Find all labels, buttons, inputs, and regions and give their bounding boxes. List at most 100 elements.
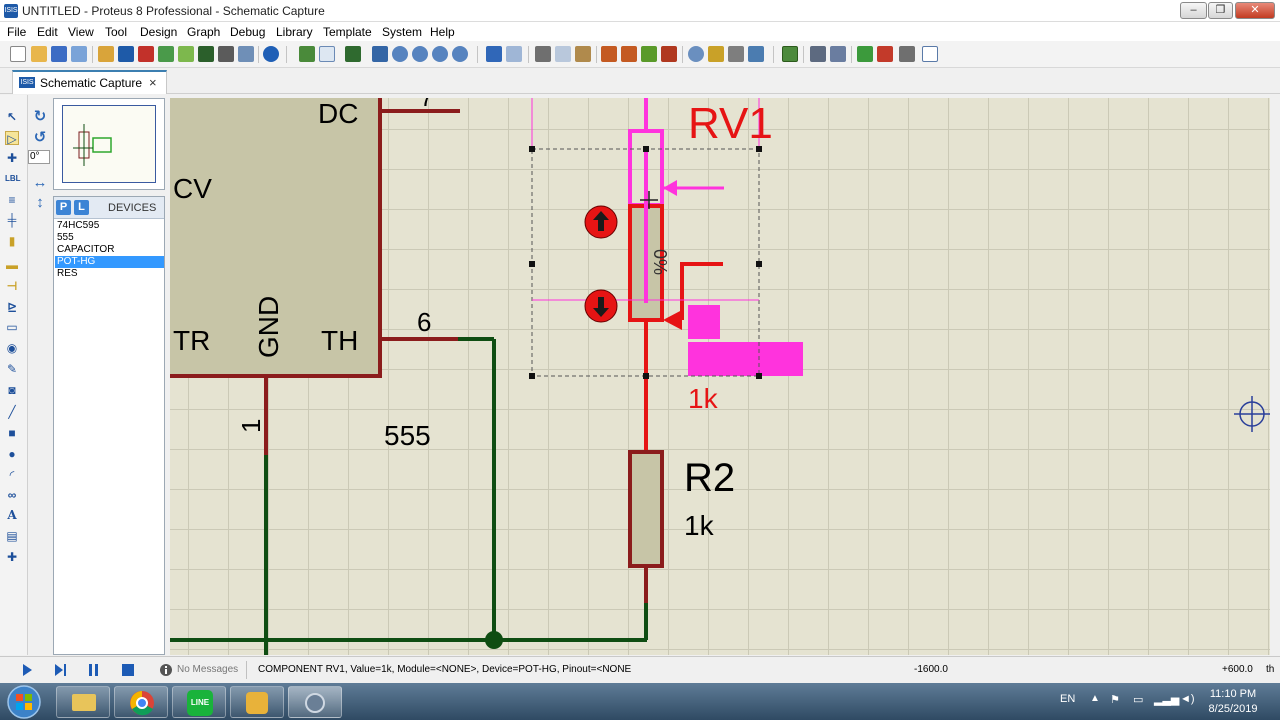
resize-handle[interactable] — [643, 373, 649, 379]
exit-to-parent-icon[interactable] — [899, 46, 915, 62]
tray-expand-icon[interactable]: ▲ — [1090, 693, 1100, 704]
menu-template[interactable]: Template — [323, 25, 372, 39]
taskbar-proteus[interactable] — [288, 686, 342, 718]
3d-viewer-icon[interactable] — [178, 46, 194, 62]
menu-view[interactable]: View — [68, 25, 94, 39]
taskbar-explorer[interactable] — [56, 686, 110, 718]
component-mode-icon[interactable]: ▷ — [5, 131, 19, 146]
help-icon[interactable] — [263, 46, 279, 62]
path-tool-icon[interactable]: ∞ — [5, 488, 19, 502]
device-list-item[interactable]: 555 — [55, 232, 164, 244]
paste-icon[interactable] — [575, 46, 591, 62]
menu-edit[interactable]: Edit — [37, 25, 58, 39]
zoom-in-icon[interactable] — [392, 46, 408, 62]
import-icon[interactable] — [71, 46, 87, 62]
tab-schematic-capture[interactable]: ISIS Schematic Capture × — [12, 70, 167, 94]
menu-design[interactable]: Design — [140, 25, 177, 39]
subcircuit-icon[interactable]: ▮ — [5, 234, 19, 248]
terminals-icon[interactable]: ▬ — [5, 258, 19, 272]
graph-mode-icon[interactable]: ⊵ — [5, 300, 19, 314]
stop-icon[interactable] — [121, 663, 135, 677]
tape-recorder-icon[interactable]: ▭ — [5, 320, 19, 334]
junction-dot[interactable] — [485, 631, 503, 649]
block-copy-icon[interactable] — [601, 46, 617, 62]
decompose-icon[interactable] — [748, 46, 764, 62]
save-icon[interactable] — [51, 46, 67, 62]
step-icon[interactable] — [53, 663, 67, 677]
menu-library[interactable]: Library — [276, 25, 313, 39]
open-folder-icon[interactable] — [31, 46, 47, 62]
library-manager-button[interactable]: L — [74, 200, 89, 215]
zoom-area-icon[interactable] — [452, 46, 468, 62]
grid-toggle-icon[interactable] — [319, 46, 335, 62]
cut-icon[interactable] — [535, 46, 551, 62]
source-code-icon[interactable] — [218, 46, 234, 62]
rv1-decrement-button[interactable] — [584, 289, 618, 323]
taskbar-line[interactable]: LINE — [172, 686, 226, 718]
device-pins-icon[interactable]: ⊣ — [5, 279, 19, 293]
pan-icon[interactable] — [372, 46, 388, 62]
signal-icon[interactable]: ▂▃▅ — [1154, 693, 1179, 706]
input-language[interactable]: EN — [1060, 693, 1075, 705]
design-explorer-icon[interactable] — [238, 46, 254, 62]
packaging-tool-icon[interactable] — [728, 46, 744, 62]
pcb-layout-icon[interactable] — [138, 46, 154, 62]
menu-help[interactable]: Help — [430, 25, 455, 39]
rv1-increment-button[interactable] — [584, 205, 618, 239]
block-delete-icon[interactable] — [661, 46, 677, 62]
redo-icon[interactable] — [506, 46, 522, 62]
schematic-icon[interactable] — [118, 46, 134, 62]
search-tag-icon[interactable] — [810, 46, 826, 62]
refresh-icon[interactable] — [299, 46, 315, 62]
menu-system[interactable]: System — [382, 25, 422, 39]
menu-debug[interactable]: Debug — [230, 25, 265, 39]
pick-device-icon[interactable] — [688, 46, 704, 62]
zoom-out-icon[interactable] — [412, 46, 428, 62]
device-list-item[interactable]: RES — [55, 268, 164, 280]
home-icon[interactable] — [98, 46, 114, 62]
mirror-horizontal-icon[interactable]: ↔ — [31, 175, 49, 191]
rotate-clockwise-icon[interactable]: ↻ — [31, 109, 49, 125]
device-list-item-selected[interactable]: POT-HG — [55, 256, 164, 268]
wire-autorouter-icon[interactable] — [782, 46, 798, 62]
taskbar-media-player[interactable] — [230, 686, 284, 718]
buses-icon[interactable]: ╪ — [5, 213, 19, 227]
zoom-all-icon[interactable] — [432, 46, 448, 62]
selection-mode-icon[interactable]: ↖ — [5, 110, 19, 124]
close-window-button[interactable]: ✕ — [1235, 2, 1275, 19]
pause-icon[interactable] — [87, 663, 101, 677]
device-list-item[interactable]: CAPACITOR — [55, 244, 164, 256]
resize-handle[interactable] — [756, 261, 762, 267]
copy-icon[interactable] — [555, 46, 571, 62]
bill-of-materials-icon[interactable] — [198, 46, 214, 62]
messages-status[interactable]: No Messages — [177, 664, 238, 675]
mirror-vertical-icon[interactable]: ↕ — [31, 195, 49, 211]
schematic-canvas[interactable]: DC CV TR TH GND 555 7 6 1 R2 1k 0% RV1 1… — [170, 98, 1270, 655]
tab-close-icon[interactable]: × — [149, 75, 157, 90]
remove-sheet-icon[interactable] — [877, 46, 893, 62]
system-clock[interactable]: 11:10 PM 8/25/2019 — [1200, 687, 1266, 717]
device-list-item[interactable]: 74HC595 — [55, 220, 164, 232]
rotate-anticlockwise-icon[interactable]: ↺ — [31, 130, 49, 146]
line-tool-icon[interactable]: ╱ — [5, 405, 19, 419]
network-icon[interactable]: ▭ — [1133, 693, 1143, 706]
text-tool-icon[interactable]: A — [5, 508, 19, 522]
volume-icon[interactable]: ◄) — [1180, 693, 1195, 705]
electrical-rule-check-icon[interactable] — [922, 46, 938, 62]
resize-handle[interactable] — [643, 146, 649, 152]
resize-handle[interactable] — [529, 146, 535, 152]
menu-graph[interactable]: Graph — [187, 25, 220, 39]
new-file-icon[interactable] — [10, 46, 26, 62]
resize-handle[interactable] — [529, 373, 535, 379]
overview-window[interactable] — [53, 98, 165, 190]
property-assignment-icon[interactable] — [830, 46, 846, 62]
marker-tool-icon[interactable]: ✚ — [5, 550, 19, 564]
minimize-button[interactable]: – — [1180, 2, 1207, 19]
action-center-icon[interactable]: ⚑ — [1110, 693, 1120, 706]
resize-handle[interactable] — [529, 261, 535, 267]
rotation-angle-field[interactable]: 0° — [28, 150, 50, 164]
circle-tool-icon[interactable]: ● — [5, 447, 19, 461]
make-device-icon[interactable] — [708, 46, 724, 62]
block-move-icon[interactable] — [621, 46, 637, 62]
wire-label-icon[interactable]: LBL — [5, 172, 21, 186]
